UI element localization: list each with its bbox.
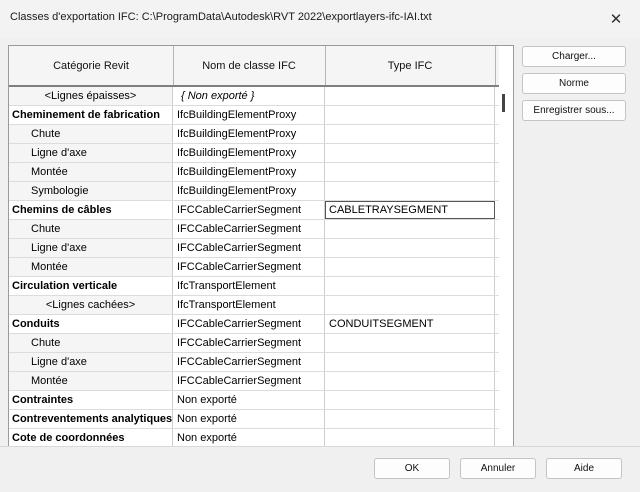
- ifc-class-name-cell[interactable]: { Non exporté }: [173, 87, 325, 105]
- table-row[interactable]: Conduits IFCCableCarrierSegment CONDUITSEG…: [9, 315, 499, 334]
- window-title: Classes d'exportation IFC: C:\ProgramDat…: [10, 11, 432, 23]
- ifc-class-name-cell[interactable]: IFCCableCarrierSegment: [173, 220, 325, 238]
- ifc-type-cell[interactable]: [325, 296, 495, 314]
- ifc-class-name-cell[interactable]: IfcBuildingElementProxy: [173, 144, 325, 162]
- ifc-type-cell[interactable]: [325, 239, 495, 257]
- ifc-type-cell[interactable]: CONDUITSEGMENT: [325, 315, 495, 333]
- ifc-class-name-cell[interactable]: Non exporté: [173, 391, 325, 409]
- revit-category-cell: Chemins de câbles: [9, 201, 173, 219]
- revit-category-cell: Circulation verticale: [9, 277, 173, 295]
- revit-category-cell: Contreventements analytiques: [9, 410, 173, 428]
- ifc-class-name-cell[interactable]: IfcTransportElement: [173, 296, 325, 314]
- scrollbar-thumb[interactable]: [502, 94, 505, 112]
- ifc-class-name-cell[interactable]: IFCCableCarrierSegment: [173, 201, 325, 219]
- ifc-class-name-cell[interactable]: IfcBuildingElementProxy: [173, 182, 325, 200]
- ifc-class-name-cell[interactable]: Non exporté: [173, 429, 325, 446]
- table-row[interactable]: Ligne d'axe IfcBuildingElementProxy: [9, 144, 499, 163]
- column-header-revit-category[interactable]: Catégorie Revit: [9, 46, 174, 85]
- ifc-class-name-cell[interactable]: IfcTransportElement: [173, 277, 325, 295]
- column-header-ifc-class-name[interactable]: Nom de classe IFC: [173, 46, 326, 85]
- table-row[interactable]: Circulation verticale IfcTransportElement: [9, 277, 499, 296]
- table-row[interactable]: <Lignes cachées> IfcTransportElement: [9, 296, 499, 315]
- vertical-scrollbar[interactable]: [504, 46, 513, 446]
- ifc-type-cell[interactable]: [325, 258, 495, 276]
- table-row[interactable]: Chute IfcBuildingElementProxy: [9, 125, 499, 144]
- ifc-class-name-cell[interactable]: IFCCableCarrierSegment: [173, 315, 325, 333]
- ifc-type-cell[interactable]: [325, 144, 495, 162]
- ifc-type-cell[interactable]: [325, 277, 495, 295]
- revit-category-cell: Symbologie: [9, 182, 173, 200]
- table-row[interactable]: Chute IFCCableCarrierSegment: [9, 334, 499, 353]
- footer-separator: [0, 446, 640, 447]
- ifc-type-cell[interactable]: [325, 220, 495, 238]
- revit-category-cell: Conduits: [9, 315, 173, 333]
- ifc-class-name-cell[interactable]: IFCCableCarrierSegment: [173, 372, 325, 390]
- table-row[interactable]: Cote de coordonnées Non exporté: [9, 429, 499, 446]
- ifc-type-cell[interactable]: [325, 87, 495, 105]
- cancel-button[interactable]: Annuler: [460, 458, 536, 479]
- ifc-class-table: Catégorie Revit Nom de classe IFC Type I…: [8, 45, 514, 447]
- revit-category-cell: Chute: [9, 334, 173, 352]
- ifc-type-cell[interactable]: [325, 334, 495, 352]
- ifc-type-cell[interactable]: [325, 106, 495, 124]
- ifc-class-name-cell[interactable]: IfcBuildingElementProxy: [173, 163, 325, 181]
- revit-category-cell: Ligne d'axe: [9, 353, 173, 371]
- table-row[interactable]: Montée IfcBuildingElementProxy: [9, 163, 499, 182]
- ifc-class-name-cell[interactable]: IFCCableCarrierSegment: [173, 334, 325, 352]
- ifc-type-cell[interactable]: [325, 163, 495, 181]
- table-header: Catégorie Revit Nom de classe IFC Type I…: [9, 46, 499, 87]
- revit-category-cell: Cote de coordonnées: [9, 429, 173, 446]
- revit-category-cell: Montée: [9, 163, 173, 181]
- table-row[interactable]: <Lignes épaisses>{ Non exporté }: [9, 87, 499, 106]
- ifc-class-name-cell[interactable]: IFCCableCarrierSegment: [173, 353, 325, 371]
- ifc-type-cell[interactable]: [325, 182, 495, 200]
- close-icon[interactable]: ✕: [600, 6, 632, 32]
- ifc-type-cell[interactable]: [325, 372, 495, 390]
- revit-category-cell: <Lignes cachées>: [9, 296, 173, 314]
- title-bar: Classes d'exportation IFC: C:\ProgramDat…: [0, 0, 640, 38]
- ifc-type-cell[interactable]: CABLETRAYSEGMENT: [325, 201, 495, 219]
- ifc-class-name-cell[interactable]: IFCCableCarrierSegment: [173, 258, 325, 276]
- ifc-class-name-cell[interactable]: IfcBuildingElementProxy: [173, 106, 325, 124]
- ifc-class-name-cell[interactable]: IFCCableCarrierSegment: [173, 239, 325, 257]
- load-button[interactable]: Charger...: [522, 46, 626, 67]
- table-row[interactable]: Montée IFCCableCarrierSegment: [9, 372, 499, 391]
- table-row[interactable]: Contraintes Non exporté: [9, 391, 499, 410]
- ifc-type-cell[interactable]: [325, 391, 495, 409]
- ifc-class-name-cell[interactable]: IfcBuildingElementProxy: [173, 125, 325, 143]
- table-row[interactable]: Symbologie IfcBuildingElementProxy: [9, 182, 499, 201]
- table-row[interactable]: Ligne d'axe IFCCableCarrierSegment: [9, 353, 499, 372]
- table-row[interactable]: Montée IFCCableCarrierSegment: [9, 258, 499, 277]
- ifc-type-cell[interactable]: [325, 125, 495, 143]
- revit-category-cell: Ligne d'axe: [9, 144, 173, 162]
- revit-category-cell: Cheminement de fabrication: [9, 106, 173, 124]
- help-button[interactable]: Aide: [546, 458, 622, 479]
- table-row[interactable]: Ligne d'axe IFCCableCarrierSegment: [9, 239, 499, 258]
- ifc-type-cell[interactable]: [325, 429, 495, 446]
- table-row[interactable]: Contreventements analytiques Non exporté: [9, 410, 499, 429]
- revit-category-cell: Chute: [9, 125, 173, 143]
- revit-category-cell: Chute: [9, 220, 173, 238]
- ifc-class-name-cell[interactable]: Non exporté: [173, 410, 325, 428]
- ok-button[interactable]: OK: [374, 458, 450, 479]
- table-row[interactable]: Chemins de câbles IFCCableCarrierSegment C…: [9, 201, 499, 220]
- table-row[interactable]: Cheminement de fabrication IfcBuildingEle…: [9, 106, 499, 125]
- ifc-type-cell[interactable]: [325, 353, 495, 371]
- revit-category-cell: <Lignes épaisses>: [9, 87, 173, 105]
- column-header-ifc-type[interactable]: Type IFC: [325, 46, 496, 85]
- standard-button[interactable]: Norme: [522, 73, 626, 94]
- table-body: <Lignes épaisses>{ Non exporté } Cheminem…: [9, 87, 499, 446]
- table-row[interactable]: Chute IFCCableCarrierSegment: [9, 220, 499, 239]
- ifc-type-cell[interactable]: [325, 410, 495, 428]
- revit-category-cell: Ligne d'axe: [9, 239, 173, 257]
- revit-category-cell: Contraintes: [9, 391, 173, 409]
- save-as-button[interactable]: Enregistrer sous...: [522, 100, 626, 121]
- revit-category-cell: Montée: [9, 258, 173, 276]
- revit-category-cell: Montée: [9, 372, 173, 390]
